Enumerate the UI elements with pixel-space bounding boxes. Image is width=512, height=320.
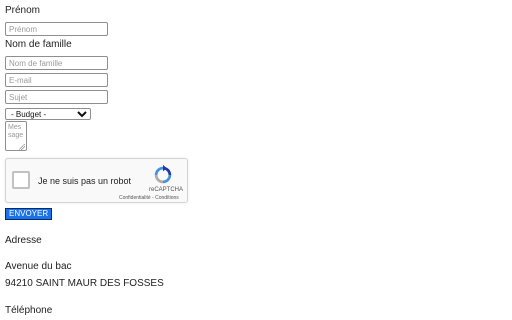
- recaptcha-brand: reCAPTCHA: [148, 187, 183, 193]
- address-city: 94210 SAINT MAUR DES FOSSES: [5, 278, 164, 289]
- address-street: Avenue du bac: [5, 261, 72, 272]
- recaptcha-widget: Je ne suis pas un robot reCAPTCHA Confid…: [5, 158, 188, 203]
- recaptcha-links[interactable]: Confidentialité - Conditions: [119, 195, 179, 201]
- submit-button[interactable]: ENVOYER: [5, 208, 53, 220]
- email-input[interactable]: [5, 73, 108, 87]
- budget-select[interactable]: - Budget -: [5, 108, 91, 120]
- sujet-input[interactable]: [5, 90, 108, 104]
- recaptcha-logo-icon: [154, 164, 172, 184]
- resize-handle-icon[interactable]: [19, 144, 25, 150]
- phone-heading: Téléphone: [5, 305, 53, 316]
- recaptcha-checkbox[interactable]: [12, 171, 30, 189]
- recaptcha-label: Je ne suis pas un robot: [38, 176, 132, 186]
- address-heading: Adresse: [5, 235, 42, 246]
- nom-label: Nom de famille: [5, 39, 72, 50]
- prenom-label: Prénom: [5, 5, 41, 16]
- nom-input[interactable]: [5, 56, 108, 70]
- prenom-input[interactable]: [5, 22, 108, 36]
